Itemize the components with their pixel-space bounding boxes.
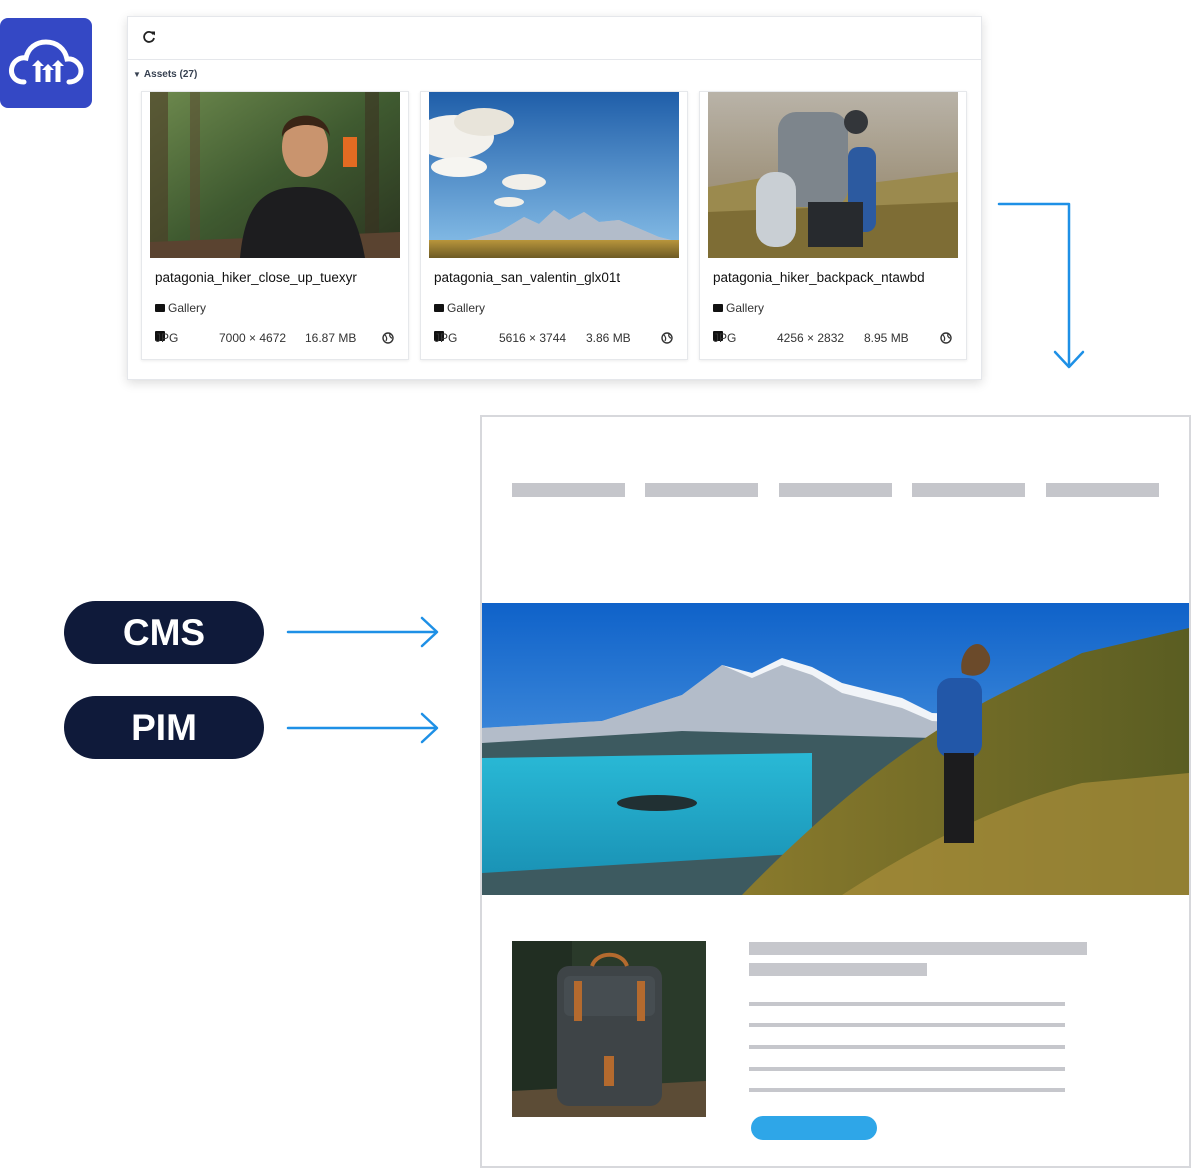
text-placeholder bbox=[749, 1023, 1065, 1027]
pim-label: PIM bbox=[131, 706, 197, 748]
nav-placeholder bbox=[645, 483, 758, 497]
text-placeholder bbox=[749, 942, 1087, 955]
product-image bbox=[512, 941, 706, 1117]
text-placeholder bbox=[749, 1002, 1065, 1006]
website-wireframe bbox=[480, 415, 1191, 1168]
text-placeholder bbox=[749, 1088, 1065, 1092]
text-placeholder bbox=[749, 1045, 1065, 1049]
cms-label: CMS bbox=[122, 611, 206, 653]
nav-placeholder bbox=[779, 483, 892, 497]
cta-button[interactable] bbox=[751, 1116, 877, 1140]
dam-to-site-arrow bbox=[997, 202, 1071, 368]
hero-image bbox=[482, 603, 1189, 895]
nav-placeholder bbox=[1046, 483, 1159, 497]
pim-pill: PIM bbox=[64, 696, 264, 759]
text-placeholder bbox=[749, 963, 927, 976]
nav-placeholder bbox=[512, 483, 625, 497]
text-placeholder bbox=[749, 1067, 1065, 1071]
cms-pill: CMS bbox=[64, 601, 264, 664]
nav-placeholder bbox=[912, 483, 1025, 497]
